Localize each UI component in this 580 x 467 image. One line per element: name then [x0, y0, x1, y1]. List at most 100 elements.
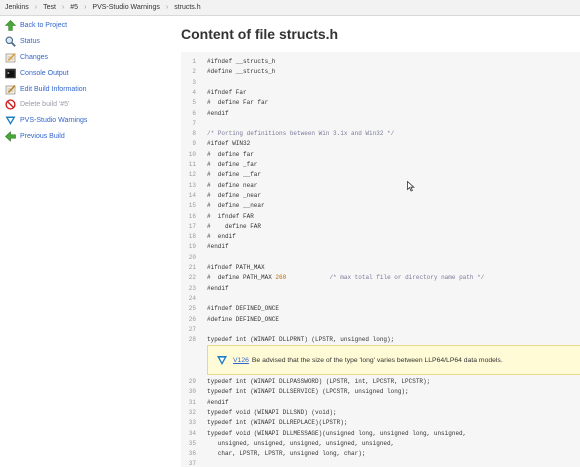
- code-line: 23 #endif: [181, 284, 580, 294]
- breadcrumb-item[interactable]: Test: [43, 4, 56, 11]
- code-text: #endif: [207, 284, 229, 292]
- code-line: 17 # define FAR: [181, 222, 580, 232]
- sidebar-item[interactable]: Back to Project: [0, 18, 175, 34]
- left-arrow-icon: [5, 131, 16, 142]
- code-line: 16 # ifndef FAR: [181, 212, 580, 222]
- sidebar-item[interactable]: Console Output: [0, 65, 175, 81]
- magnifier-icon: [5, 36, 16, 48]
- breadcrumb-item[interactable]: PVS-Studio Warnings: [92, 4, 159, 11]
- line-number: 13: [188, 181, 196, 189]
- code-line: 15 # define __near: [181, 201, 580, 211]
- code-line: 6 #endif: [181, 109, 580, 119]
- breadcrumb-item[interactable]: Jenkins: [0, 4, 29, 11]
- code-text: #ifndef Far: [207, 88, 247, 96]
- line-number: 23: [188, 284, 196, 292]
- up-arrow-icon: [5, 20, 16, 32]
- line-number: 25: [188, 305, 196, 313]
- code-text: typedef void (WINAPI DLLMESSAGE)(unsigne…: [207, 429, 467, 437]
- code-text: # define __near: [207, 202, 265, 210]
- sidebar-item[interactable]: Edit Build Information: [0, 81, 175, 97]
- line-number: 36: [188, 450, 196, 458]
- code-text: unsigned, unsigned, unsigned, unsigned, …: [207, 439, 395, 447]
- breadcrumb-separator: ›: [61, 4, 65, 11]
- breadcrumb-item[interactable]: structs.h: [174, 4, 200, 11]
- sidebar-item-label: Changes: [20, 53, 49, 61]
- line-number: 30: [188, 388, 196, 396]
- line-number: 8: [192, 130, 196, 138]
- line-number: 16: [188, 212, 196, 220]
- sidebar: Back to Project Status Changes Console Outp…: [0, 18, 175, 144]
- code-line: 34 typedef void (WINAPI DLLMESSAGE)(unsig…: [181, 429, 580, 439]
- line-number: 28: [188, 336, 196, 344]
- code-text: #define __structs_h: [207, 68, 276, 76]
- line-number: 20: [188, 253, 196, 261]
- code-text: typedef int (WINAPI DLLSERVICE) (LPCSTR,…: [207, 388, 409, 396]
- code-line: 22 # define PATH_MAX 260 /* max total fil…: [181, 273, 580, 283]
- code-line: 36 char, LPSTR, LPSTR, unsigned long, ch…: [181, 449, 580, 459]
- code-line: 1 #ifndef __structs_h: [181, 57, 580, 67]
- warning-code-link[interactable]: V126: [233, 357, 249, 364]
- code-line: 10 # define far: [181, 150, 580, 160]
- code-line: 14 # define _near: [181, 191, 580, 201]
- code-text: typedef void (WINAPI DLLSND) (void);: [207, 408, 337, 416]
- sidebar-item-label: Delete build '#5': [20, 101, 70, 109]
- code-line: 19 #endif: [181, 242, 580, 252]
- code-text: typedef int (WINAPI DLLPRNT) (LPSTR, uns…: [207, 336, 395, 344]
- code-line: 37: [181, 459, 580, 467]
- sidebar-item[interactable]: PVS-Studio Warnings: [0, 113, 175, 129]
- code-line: 33 typedef int (WINAPI DLLREPLACE)(LPSTR)…: [181, 418, 580, 428]
- code-line: 4 #ifndef Far: [181, 88, 580, 98]
- line-number: 34: [188, 429, 196, 437]
- page-title: Content of file structs.h: [181, 26, 339, 42]
- code-line: 9 #ifdef WIN32: [181, 139, 580, 149]
- code-text: # define __far: [207, 171, 262, 179]
- no-entry-icon: [5, 99, 16, 110]
- code-text: #define DEFINED_ONCE: [207, 315, 280, 323]
- code-text: #endif: [207, 243, 229, 251]
- code-text: #ifndef __structs_h: [207, 58, 276, 65]
- line-number: 33: [188, 419, 196, 427]
- code-text: # define far: [207, 150, 254, 158]
- pvs-studio-icon: [216, 354, 228, 366]
- line-number: 24: [188, 294, 196, 302]
- line-number: 9: [192, 140, 196, 148]
- line-number: 31: [188, 398, 196, 406]
- code-line: 5 # define Far far: [181, 98, 580, 108]
- line-number: 12: [188, 171, 196, 179]
- line-number: 5: [192, 99, 196, 107]
- line-number: 19: [188, 243, 196, 251]
- breadcrumb-item[interactable]: #5: [70, 4, 78, 11]
- code-line: 13 # define near: [181, 181, 580, 191]
- sidebar-item[interactable]: Status: [0, 34, 175, 50]
- sidebar-item-label: Edit Build Information: [20, 85, 87, 93]
- code-text: # define PATH_MAX 260 /* max total file …: [207, 274, 485, 282]
- code-line: 31 #endif: [181, 398, 580, 408]
- breadcrumb-separator: ›: [84, 4, 87, 11]
- sidebar-item[interactable]: Changes: [0, 50, 175, 66]
- code-line: 2 #define __structs_h: [181, 67, 580, 77]
- sidebar-item[interactable]: Delete build '#5': [0, 97, 175, 113]
- code-line: 24: [181, 294, 580, 304]
- sidebar-item-label: PVS-Studio Warnings: [20, 117, 88, 125]
- line-number: 14: [188, 191, 196, 199]
- line-number: 3: [192, 78, 196, 86]
- breadcrumb-bar: Jenkins › Test › #5 › PVS-Studio Warnings › stru…: [0, 0, 580, 16]
- warning-message: Be advised that the size of the type 'lo…: [251, 356, 503, 364]
- line-number: 27: [188, 325, 196, 333]
- sidebar-item-label: Back to Project: [20, 22, 68, 30]
- code-line: 11 # define _far: [181, 160, 580, 170]
- line-number: 26: [188, 315, 196, 323]
- line-number: 11: [188, 161, 196, 168]
- line-number: 21: [188, 264, 196, 271]
- notepad-edit-icon: [5, 84, 16, 95]
- breadcrumb-separator: ›: [34, 4, 38, 11]
- line-number: 18: [188, 233, 196, 241]
- code-text: # define _far: [207, 161, 258, 168]
- line-number: 10: [188, 150, 196, 158]
- code-text: # define near: [207, 181, 258, 189]
- sidebar-item[interactable]: Previous Build: [0, 129, 175, 145]
- code-line: 25 #ifndef DEFINED_ONCE: [181, 304, 580, 314]
- code-text: typedef int (WINAPI DLLPASSWORD) (LPSTR,…: [207, 378, 431, 385]
- line-number: 6: [192, 109, 196, 117]
- line-number: 1: [192, 58, 196, 65]
